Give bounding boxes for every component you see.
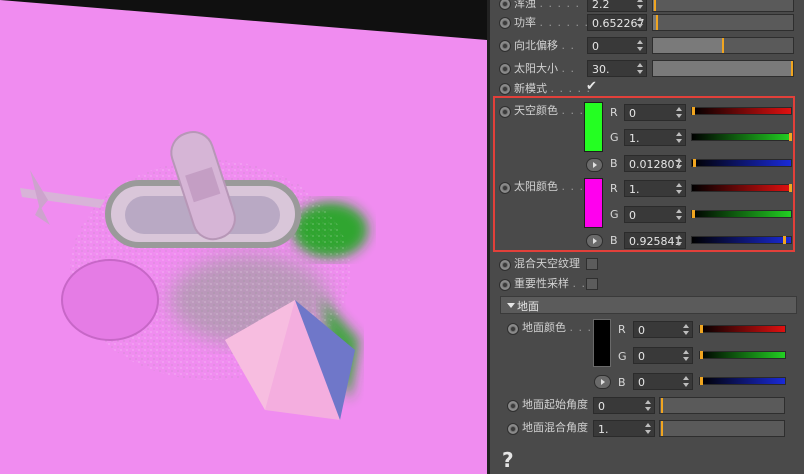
ground-color-picker-button[interactable] [594, 375, 611, 389]
sun-size-input[interactable]: 30. [587, 60, 647, 77]
ground-blend-angle-slider[interactable] [659, 420, 785, 437]
ground-color-animate-radio[interactable] [507, 323, 519, 335]
help-icon[interactable]: ? [502, 448, 514, 472]
ground-r-input[interactable]: 0 [633, 321, 693, 338]
ground-g-input[interactable]: 0 [633, 347, 693, 364]
slider-knob[interactable] [656, 15, 658, 30]
ground-start-angle-slider[interactable] [659, 397, 785, 414]
ground-section-header[interactable]: 地面 [500, 296, 797, 314]
importance-sampling-label-group: 重要性采样 . . [514, 277, 586, 290]
sun-size-label: 太阳大小 [514, 62, 558, 75]
sun-size-animate-radio[interactable] [499, 63, 511, 75]
ground-r-slider[interactable] [699, 325, 786, 333]
power-row: 功率 . . . . . . 0.652267 [490, 12, 804, 34]
render-viewport[interactable] [0, 0, 487, 474]
slider-knob[interactable] [791, 61, 793, 76]
render-scene [0, 0, 487, 474]
spinner-arrows-icon[interactable] [637, 40, 643, 51]
ground-g-channel-label: G [618, 350, 627, 363]
ground-blend-angle-input[interactable]: 1. [593, 420, 655, 437]
slider-knob[interactable] [700, 351, 703, 359]
north-offset-label: 向北偏移 [514, 39, 558, 52]
ground-color-swatch[interactable] [593, 319, 611, 367]
mix-sky-texture-label: 混合天空纹理 [514, 257, 580, 270]
ground-b-slider[interactable] [699, 377, 786, 385]
mix-sky-texture-animate-radio[interactable] [499, 259, 511, 271]
new-model-checkbox[interactable]: ✔ [586, 80, 597, 94]
north-offset-row: 向北偏移 . . 0 [490, 35, 804, 57]
spinner-arrows-icon[interactable] [645, 400, 651, 411]
spinner-arrows-icon[interactable] [683, 350, 689, 361]
mix-sky-texture-checkbox[interactable] [586, 258, 598, 270]
turbidity-label: 浑浊 [514, 0, 536, 10]
spinner-arrows-icon[interactable] [637, 0, 643, 9]
slider-knob[interactable] [661, 398, 663, 413]
slider-knob[interactable] [654, 0, 656, 11]
north-offset-animate-radio[interactable] [499, 40, 511, 52]
spinner-arrows-icon[interactable] [683, 376, 689, 387]
spinner-arrows-icon[interactable] [637, 63, 643, 74]
ground-color-label-group: 地面颜色 . . . . [522, 321, 601, 334]
sun-size-slider[interactable] [652, 60, 794, 77]
ground-g-slider[interactable] [699, 351, 786, 359]
ground-r-channel-label: R [618, 323, 626, 336]
ground-start-angle-label: 地面起始角度 [522, 398, 588, 411]
north-offset-slider[interactable] [652, 37, 794, 54]
ground-blend-angle-label: 地面混合角度 [522, 421, 588, 434]
ground-b-channel-label: B [618, 376, 626, 389]
importance-sampling-animate-radio[interactable] [499, 279, 511, 291]
color-settings-highlight-box [493, 96, 795, 252]
importance-sampling-checkbox[interactable] [586, 278, 598, 290]
new-model-label: 新模式 [514, 82, 547, 95]
spinner-arrows-icon[interactable] [645, 423, 651, 434]
ground-color-label: 地面颜色 [522, 321, 566, 334]
turbidity-animate-radio[interactable] [499, 0, 511, 10]
collapse-triangle-icon[interactable] [507, 303, 515, 308]
slider-knob[interactable] [700, 325, 703, 333]
ground-b-input[interactable]: 0 [633, 373, 693, 390]
sun-size-row: 太阳大小 . . 30. [490, 58, 804, 80]
turbidity-input[interactable]: 2.2 [587, 0, 647, 12]
slider-knob[interactable] [700, 377, 703, 385]
power-input[interactable]: 0.652267 [587, 14, 647, 31]
ground-blend-angle-animate-radio[interactable] [507, 423, 519, 435]
ground-start-angle-animate-radio[interactable] [507, 400, 519, 412]
ground-section-title: 地面 [517, 300, 539, 313]
importance-sampling-label: 重要性采样 [514, 277, 569, 290]
power-slider[interactable] [652, 14, 794, 31]
turbidity-slider[interactable] [652, 0, 794, 12]
power-animate-radio[interactable] [499, 17, 511, 29]
ground-start-angle-input[interactable]: 0 [593, 397, 655, 414]
power-label: 功率 [514, 16, 536, 29]
spinner-arrows-icon[interactable] [637, 17, 643, 28]
slider-knob[interactable] [661, 421, 663, 436]
slider-knob[interactable] [722, 38, 724, 53]
new-model-animate-radio[interactable] [499, 83, 511, 95]
north-offset-input[interactable]: 0 [587, 37, 647, 54]
spinner-arrows-icon[interactable] [683, 324, 689, 335]
